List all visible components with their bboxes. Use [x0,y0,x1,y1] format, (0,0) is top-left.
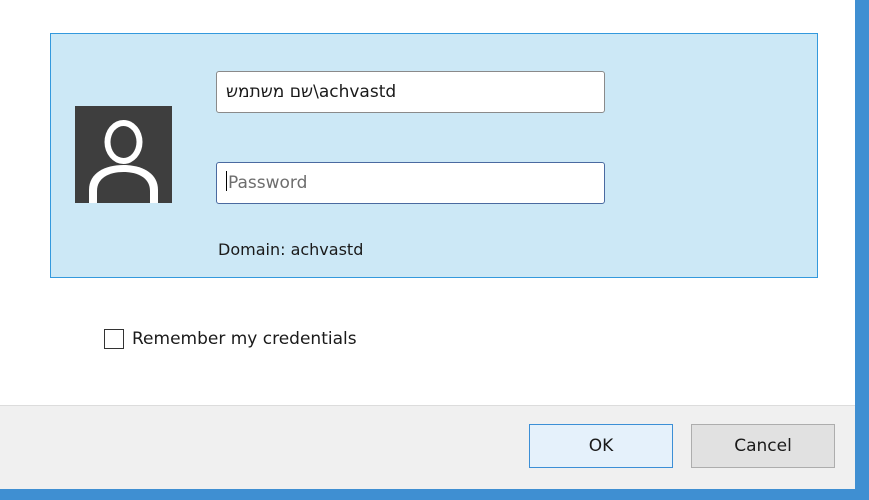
remember-label[interactable]: Remember my credentials [132,329,357,349]
window-border-right [855,0,869,500]
credential-dialog: שם משתמש\achvastd Password Domain: achva… [0,0,869,500]
username-field[interactable]: שם משתמש\achvastd [216,71,605,113]
remember-checkbox[interactable] [104,329,124,349]
text-caret [226,171,227,191]
username-value: שם משתמש\achvastd [226,82,397,102]
domain-label: Domain: achvastd [218,240,364,259]
password-field[interactable]: Password [216,162,605,204]
user-avatar-icon [75,106,172,203]
window-border-bottom [0,489,869,500]
password-placeholder: Password [228,173,308,193]
ok-button[interactable]: OK [529,424,673,468]
remember-credentials-option[interactable]: Remember my credentials [104,327,357,351]
cancel-button[interactable]: Cancel [691,424,835,468]
